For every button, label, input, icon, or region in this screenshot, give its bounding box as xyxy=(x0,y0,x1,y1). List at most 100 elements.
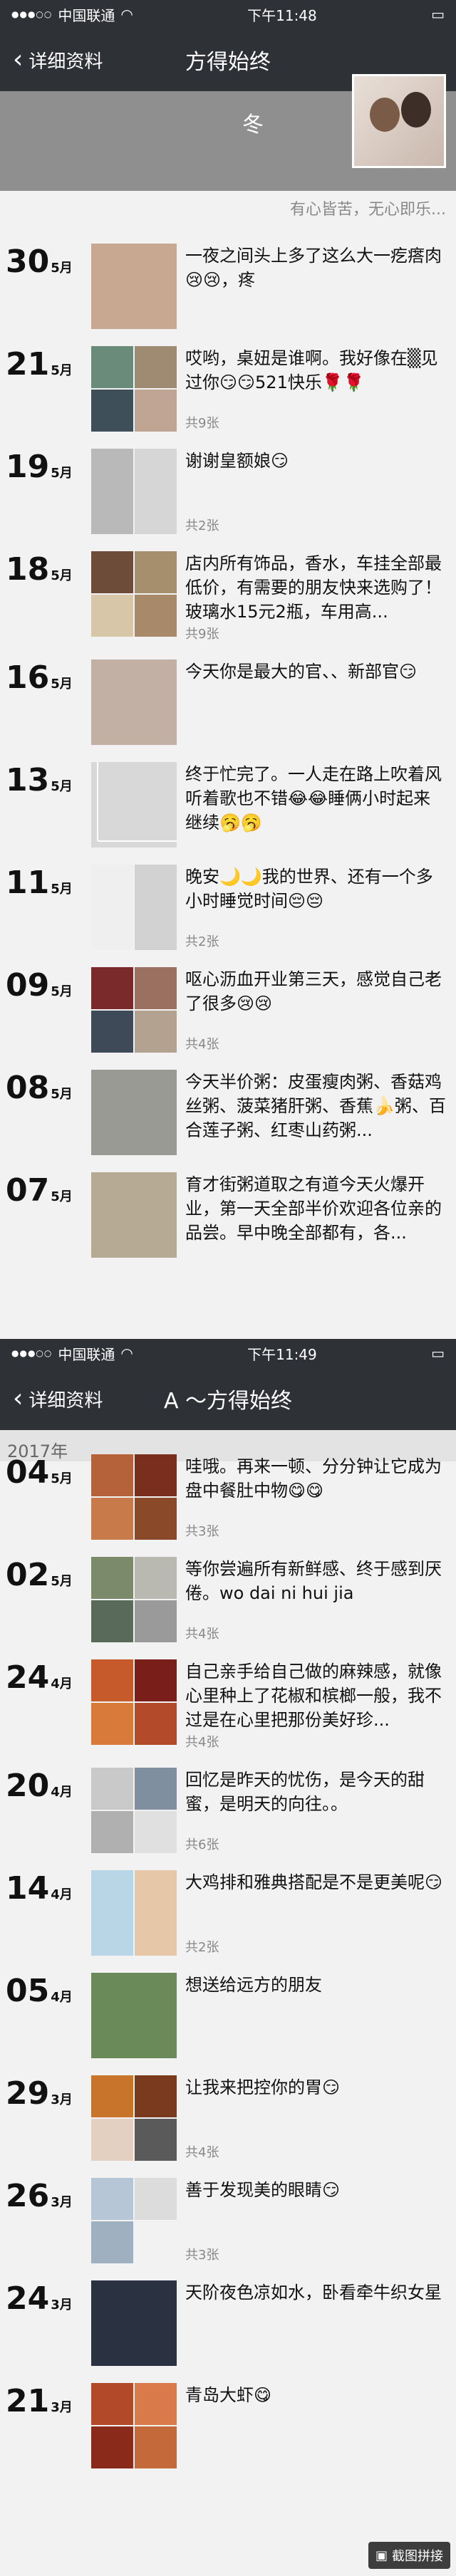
photo xyxy=(135,2178,177,2220)
post-thumbnail[interactable] xyxy=(91,967,177,1053)
list-item[interactable]: 13 5月 终于忙完了。一人走在路上吹着风听着歌也不错😂😂睡俩小时起来继续🥱🥱 xyxy=(0,762,456,848)
time-label: 下午11:48 xyxy=(247,6,317,24)
photo xyxy=(135,865,177,950)
post-thumbnail[interactable] xyxy=(91,2383,177,2468)
photo xyxy=(91,2426,133,2468)
photo xyxy=(91,659,177,745)
post-thumbnail[interactable] xyxy=(91,865,177,950)
list-item[interactable]: 07 5月 育才街粥道取之有道今天火爆开业，第一天全部半价欢迎各位亲的品尝。早中晚全… xyxy=(0,1172,456,1258)
post-day: 24 xyxy=(6,1659,50,1696)
post-thumbnail[interactable] xyxy=(91,1454,177,1540)
carrier-label: 中国联通 xyxy=(58,6,115,24)
photo-count: 共4张 xyxy=(185,1735,219,1750)
post-thumbnail[interactable] xyxy=(91,659,177,745)
time-label: 下午11:49 xyxy=(247,1345,317,1363)
battery-icon: ▭ xyxy=(431,1345,445,1362)
post-day: 08 xyxy=(6,1070,50,1106)
post-date: 16 5月 xyxy=(6,659,91,745)
list-item[interactable]: 11 5月 晚安🌙🌙我的世界、还有一个多小时睡觉时间😔😔 共2张 xyxy=(0,865,456,950)
wifi-icon: ◠ xyxy=(120,6,133,23)
battery-icon: ▭ xyxy=(431,6,445,23)
post-thumbnail[interactable] xyxy=(91,1070,177,1155)
list-item[interactable]: 05 4月 想送给远方的朋友 xyxy=(0,1973,456,2058)
post-month: 5月 xyxy=(51,984,73,999)
back-button[interactable]: ‹ 详细资料 xyxy=(0,47,103,73)
post-text: 善于发现美的眼睛😏 xyxy=(185,2180,341,2200)
post-day: 24 xyxy=(6,2280,50,2317)
post-thumbnail[interactable] xyxy=(91,1557,177,1642)
avatar[interactable] xyxy=(352,74,446,168)
list-item[interactable]: 02 5月 等你尝遍所有新鲜感、终于感到厌倦。wo dai ni hui jia 共4… xyxy=(0,1557,456,1642)
post-text: 今天半价粥：皮蛋瘦肉粥、香菇鸡丝粥、菠菜猪肝粥、香蕉🍌粥、百合莲子粥、红枣山药粥… xyxy=(185,1072,446,1140)
list-item[interactable]: 14 4月 大鸡排和雅典搭配是不是更美呢😏 共2张 xyxy=(0,1870,456,1956)
nickname: 冬 xyxy=(242,113,264,137)
photo-count: 共4张 xyxy=(185,1627,219,1642)
carrier-label: 中国联通 xyxy=(58,1345,115,1363)
post-text: 今天你是最大的官、、新部官😏 xyxy=(185,662,418,682)
post-thumbnail[interactable] xyxy=(91,2178,177,2263)
list-item[interactable]: 18 5月 店内所有饰品，香水，车挂全部最低价，有需要的朋友快来选购了！玻璃水15元… xyxy=(0,551,456,642)
photo xyxy=(91,1600,133,1642)
post-thumbnail[interactable] xyxy=(91,346,177,432)
list-item[interactable]: 30 5月 一夜之间头上多了这么大一疙瘩肉😢😢，疼 xyxy=(0,244,456,329)
post-thumbnail[interactable] xyxy=(91,2280,177,2366)
screen-1: ●●●○○ 中国联通 ◠ 下午11:48 ▭ ‹ 详细资料 方得始终 冬 有心皆苦，无… xyxy=(0,0,456,1339)
photo xyxy=(135,1870,177,1956)
post-text: 呕心沥血开业第三天，感觉自己老了很多😢😢 xyxy=(185,969,442,1013)
photo xyxy=(135,1557,177,1599)
list-item[interactable]: 24 4月 自己亲手给自己做的麻辣感，就像心里种上了花椒和槟榔一般，我不过是在心里把… xyxy=(0,1659,456,1751)
list-item[interactable]: 08 5月 今天半价粥：皮蛋瘦肉粥、香菇鸡丝粥、菠菜猪肝粥、香蕉🍌粥、百合莲子粥、红… xyxy=(0,1070,456,1155)
back-button[interactable]: ‹ 详细资料 xyxy=(0,1386,103,1412)
post-text: 终于忙完了。一人走在路上吹着风听着歌也不错😂😂睡俩小时起来继续🥱🥱 xyxy=(185,764,442,833)
watermark: ▣ 截图拼接 xyxy=(368,2542,450,2569)
post-thumbnail[interactable] xyxy=(91,1973,177,2058)
post-date: 05 4月 xyxy=(6,1973,91,2058)
list-item[interactable]: 04 5月 哇哦。再来一顿、分分钟让它成为盘中餐肚中物😋😋 共3张 xyxy=(0,1454,456,1540)
post-date: 09 5月 xyxy=(6,967,91,1053)
post-day: 11 xyxy=(6,865,50,901)
list-item[interactable]: 21 5月 哎哟，桌妞是谁啊。我好像在▒见过你😏😏521快乐🌹🌹 共9张 xyxy=(0,346,456,432)
post-text: 晚安🌙🌙我的世界、还有一个多小时睡觉时间😔😔 xyxy=(185,867,433,911)
post-thumbnail[interactable] xyxy=(91,2075,177,2161)
post-list: 30 5月 一夜之间头上多了这么大一疙瘩肉😢😢，疼 21 5月 哎哟，桌妞是谁啊。我好像在… xyxy=(0,225,456,1258)
list-item[interactable]: 09 5月 呕心沥血开业第三天，感觉自己老了很多😢😢 共4张 xyxy=(0,967,456,1053)
photo xyxy=(91,1703,133,1745)
post-month: 5月 xyxy=(51,1087,73,1102)
post-thumbnail[interactable] xyxy=(91,449,177,534)
post-thumbnail[interactable] xyxy=(91,1870,177,1956)
list-item[interactable]: 29 3月 让我来把控你的胃😏 共4张 xyxy=(0,2075,456,2161)
post-thumbnail[interactable] xyxy=(91,1659,177,1745)
list-item[interactable]: 21 3月 青岛大虾😋 xyxy=(0,2383,456,2468)
post-text: 大鸡排和雅典搭配是不是更美呢😏 xyxy=(185,1872,443,1892)
list-item[interactable]: 19 5月 谢谢皇额娘😏 共2张 xyxy=(0,449,456,534)
photo-count: 共2张 xyxy=(185,934,219,949)
post-thumbnail[interactable] xyxy=(91,244,177,329)
post-text: 哎哟，桌妞是谁啊。我好像在▒见过你😏😏521快乐🌹🌹 xyxy=(185,348,438,392)
photo xyxy=(91,1870,133,1956)
nav-bar: ‹ 详细资料 A ～方得始终 xyxy=(0,1367,456,1430)
photo-count: 共9张 xyxy=(185,416,219,431)
photo xyxy=(135,1768,177,1810)
post-day: 13 xyxy=(6,762,50,798)
post-thumbnail[interactable] xyxy=(91,762,177,848)
post-date: 18 5月 xyxy=(6,551,91,642)
post-text: 让我来把控你的胃😏 xyxy=(185,2077,341,2097)
post-date: 08 5月 xyxy=(6,1070,91,1155)
video-icon xyxy=(97,762,177,842)
post-text: 育才街粥道取之有道今天火爆开业，第一天全部半价欢迎各位亲的品尝。早中晚全部都有，… xyxy=(185,1174,442,1243)
photo xyxy=(91,1659,133,1701)
post-thumbnail[interactable] xyxy=(91,1768,177,1853)
list-item[interactable]: 26 3月 善于发现美的眼睛😏 共3张 xyxy=(0,2178,456,2263)
post-text: 一夜之间头上多了这么大一疙瘩肉😢😢，疼 xyxy=(185,246,442,290)
post-thumbnail[interactable] xyxy=(91,1172,177,1258)
post-text: 回忆是昨天的忧伤，是今天的甜蜜，是明天的向往。。 xyxy=(185,1770,425,1814)
photo xyxy=(135,967,177,1009)
post-thumbnail[interactable] xyxy=(91,551,177,637)
list-item[interactable]: 24 3月 天阶夜色凉如水，卧看牵牛织女星 xyxy=(0,2280,456,2366)
photo xyxy=(135,1659,177,1701)
post-text: 想送给远方的朋友 xyxy=(185,1975,322,1995)
list-item[interactable]: 16 5月 今天你是最大的官、、新部官😏 xyxy=(0,659,456,745)
list-item[interactable]: 20 4月 回忆是昨天的忧伤，是今天的甜蜜，是明天的向往。。 共6张 xyxy=(0,1768,456,1853)
signature: 有心皆苦，无心即乐... xyxy=(290,201,446,219)
photo xyxy=(91,1557,133,1599)
